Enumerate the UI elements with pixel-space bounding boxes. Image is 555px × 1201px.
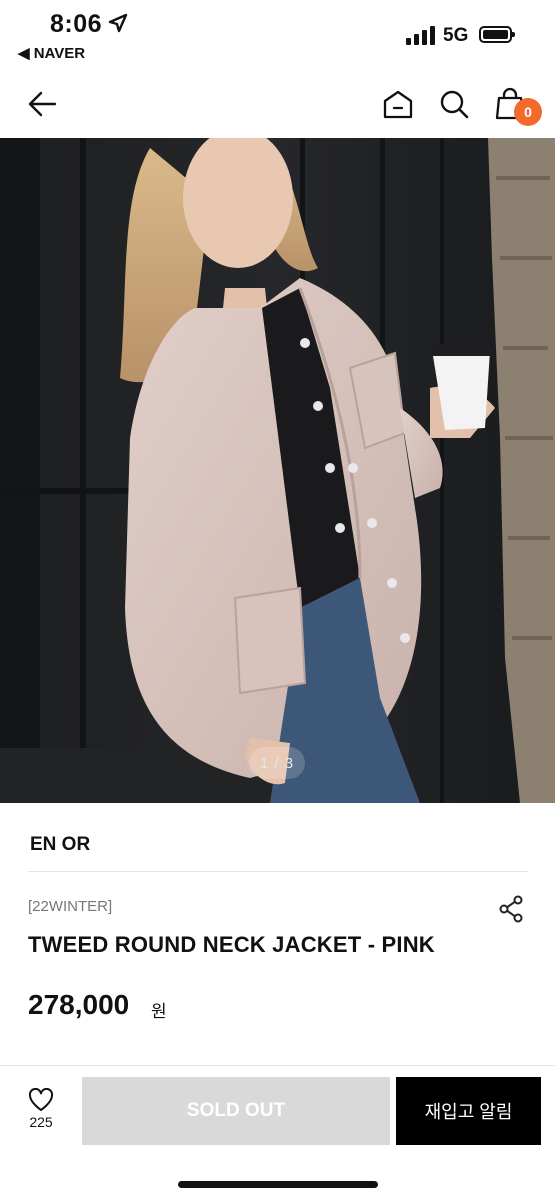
sold-out-button[interactable]: SOLD OUT xyxy=(82,1077,390,1145)
status-bar: 8:06 ◀ NAVER 5G xyxy=(0,0,555,70)
heart-icon xyxy=(28,1088,54,1111)
product-price: 278,000 xyxy=(28,989,130,1020)
divider xyxy=(28,871,528,872)
product-image-carousel[interactable] xyxy=(0,138,555,803)
network-type: 5G xyxy=(443,25,469,46)
search-icon xyxy=(440,90,469,119)
share-button[interactable] xyxy=(496,894,526,924)
cart-count-badge: 0 xyxy=(514,98,542,126)
battery-icon xyxy=(479,26,515,43)
back-button[interactable] xyxy=(22,84,62,124)
share-icon xyxy=(499,895,523,923)
top-nav xyxy=(0,70,555,138)
search-button[interactable] xyxy=(434,84,474,124)
location-arrow-icon xyxy=(108,13,128,33)
brand-name[interactable]: EN OR xyxy=(30,834,90,856)
home-indicator[interactable] xyxy=(178,1181,378,1188)
signal-icon xyxy=(406,25,436,45)
season-tag: [22WINTER] xyxy=(28,898,113,915)
price-currency: 원 xyxy=(151,1002,167,1021)
restock-notify-button[interactable]: 재입고 알림 xyxy=(396,1077,541,1145)
product-title: TWEED ROUND NECK JACKET - PINK xyxy=(28,932,435,957)
home-icon xyxy=(383,90,413,119)
image-pager: 1 / 3 xyxy=(249,747,305,779)
status-time: 8:06 xyxy=(50,10,103,38)
like-button[interactable]: 225 xyxy=(16,1088,66,1140)
back-arrow-icon xyxy=(28,91,57,117)
back-to-app-link[interactable]: ◀ NAVER xyxy=(18,44,85,62)
like-count: 225 xyxy=(29,1114,53,1130)
home-button[interactable] xyxy=(378,84,418,124)
product-photo xyxy=(0,138,555,803)
